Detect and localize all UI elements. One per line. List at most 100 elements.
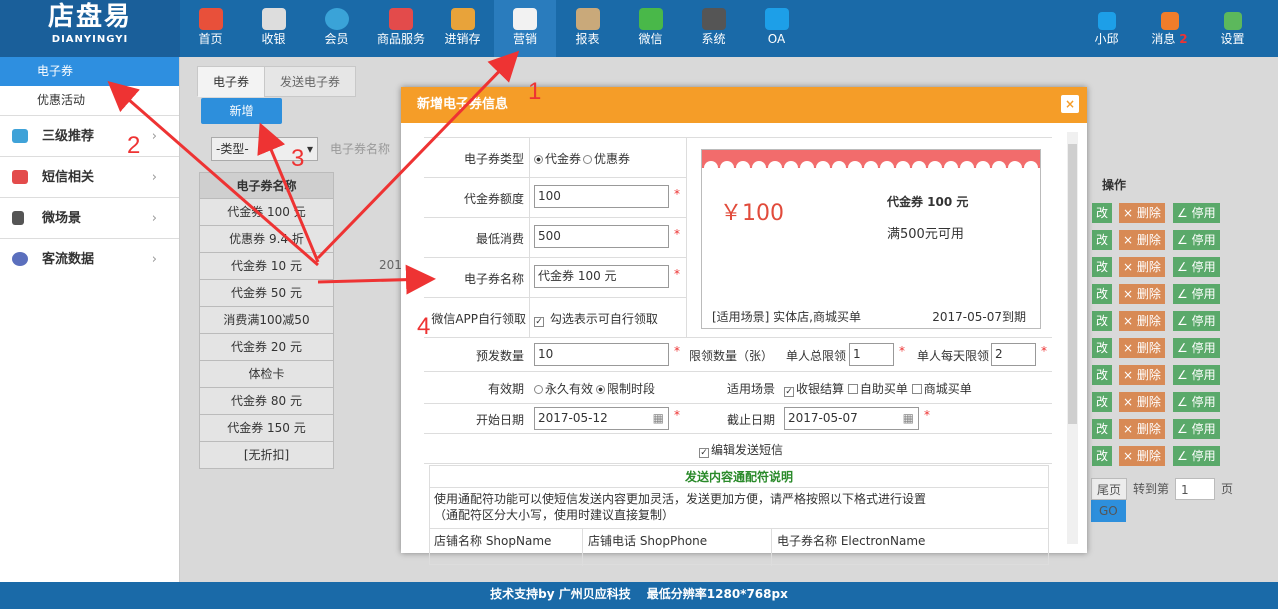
start-date-value: 2017-05-12 [538,411,608,425]
disable-button[interactable]: ∠ 停用 [1173,338,1220,358]
disable-label: 停用 [1191,314,1216,328]
messages-button[interactable]: 消息 2 [1141,0,1198,57]
ops-row: 改 × 删除 ∠ 停用 [1092,307,1278,334]
ops-row: 改 × 删除 ∠ 停用 [1092,388,1278,415]
disable-button[interactable]: ∠ 停用 [1173,311,1220,331]
edit-icon: ∠ [1177,260,1192,274]
delete-button[interactable]: × 删除 [1119,446,1165,466]
limit-total-input[interactable]: 1 [849,343,894,366]
ops-row: 改 × 删除 ∠ 停用 [1092,280,1278,307]
disable-button[interactable]: ∠ 停用 [1173,392,1220,412]
type-radio-group[interactable]: 代金券 优惠券 [534,150,630,167]
settings-button[interactable]: 设置 [1204,0,1261,57]
nav-member[interactable]: 会员 [308,0,365,57]
amount-input[interactable]: 100 [534,185,669,208]
sidebar-item-promotion[interactable]: 优惠活动 [0,86,179,115]
checkbox-icon: ✓ [784,387,794,397]
edit-icon: ∠ [1177,449,1192,463]
inventory-icon [450,8,475,30]
disable-button[interactable]: ∠ 停用 [1173,419,1220,439]
delete-button[interactable]: × 删除 [1119,338,1165,358]
min-spend-input[interactable]: 500 [534,225,669,248]
edit-button[interactable]: 改 [1092,284,1113,304]
disable-button[interactable]: ∠ 停用 [1173,203,1220,223]
disable-button[interactable]: ∠ 停用 [1173,257,1220,277]
sms-checkbox[interactable]: ✓ 编辑发送短信 [699,441,783,458]
coupon-name-input[interactable]: 代金券 100 元 [534,265,669,288]
goods-icon [389,8,413,30]
tab-send-coupon[interactable]: 发送电子券 [264,66,357,97]
goto-label: 转到第 [1133,482,1170,496]
delete-button[interactable]: × 删除 [1119,419,1165,439]
ops-row: 改 × 删除 ∠ 停用 [1092,253,1278,280]
end-date-value: 2017-05-07 [788,411,858,425]
nav-label: 营销 [512,32,537,46]
disable-button[interactable]: ∠ 停用 [1173,365,1220,385]
edit-button[interactable]: 改 [1092,365,1113,385]
edit-button[interactable]: 改 [1092,257,1113,277]
oa-icon [764,8,789,30]
template-cell: 店铺名称 ShopName [434,534,552,548]
name-search-input[interactable]: 电子券名称 [330,137,390,161]
go-button[interactable]: GO [1091,500,1126,522]
disable-button[interactable]: ∠ 停用 [1173,230,1220,250]
limit-day-input[interactable]: 2 [991,343,1036,366]
validity-radio-group[interactable]: 永久有效 限制时段 [534,380,655,397]
modal-title: 新增电子券信息 [401,87,1087,123]
last-page-button[interactable]: 尾页 [1091,478,1128,500]
edit-button[interactable]: 改 [1092,230,1113,250]
checkbox-icon [911,384,922,394]
sidebar-group-sms[interactable]: 短信相关 › [0,156,179,197]
edit-button[interactable]: 改 [1092,419,1113,439]
close-icon[interactable]: × [1061,95,1079,113]
tab-coupon[interactable]: 电子券 [197,66,266,97]
nav-home[interactable]: 首页 [182,0,239,57]
template-help: 发送内容通配符说明 使用通配符功能可以使短信发送内容更加灵活，发送更加方便，请严… [429,465,1049,566]
chevron-down-icon: ▾ [306,142,313,156]
delete-button[interactable]: × 删除 [1119,392,1165,412]
end-date-input[interactable]: 2017-05-07 ▦ [784,407,919,430]
sidebar-item-coupon[interactable]: 电子券 [0,57,179,86]
edit-button[interactable]: 改 [1092,446,1113,466]
wechat-self-claim-checkbox[interactable]: ✓ 勾选表示可自行领取 [534,310,658,327]
modal-scrollbar[interactable] [1067,132,1078,544]
nav-cashier[interactable]: 收银 [245,0,302,57]
group-label: 客流数据 [42,252,95,267]
start-date-input[interactable]: 2017-05-12 ▦ [534,407,669,430]
add-button[interactable]: 新增 [201,98,282,124]
nav-report[interactable]: 报表 [559,0,616,57]
scene-checkbox-group[interactable]: ✓ 收银结算 自助买单 商城买单 [784,380,972,397]
nav-oa[interactable]: OA [748,0,805,57]
delete-button[interactable]: × 删除 [1119,365,1165,385]
delete-button[interactable]: × 删除 [1119,230,1165,250]
sidebar-group-traffic[interactable]: 客流数据 › [0,238,179,279]
edit-button[interactable]: 改 [1092,392,1113,412]
user-menu[interactable]: 小邱 [1078,0,1135,57]
sidebar-group-referral[interactable]: 三级推荐 › [0,115,179,156]
scene-option: 商城买单 [923,382,972,396]
nav-marketing[interactable]: 营销 [494,0,556,57]
nav-wechat[interactable]: 微信 [622,0,679,57]
edit-button[interactable]: 改 [1092,203,1113,223]
ops-column: 操作 改 × 删除 ∠ 停用改 × 删除 ∠ 停用改 × 删除 ∠ 停用改 × 删除 ∠ 停用改… [1092,172,1278,469]
coupon-modal: 新增电子券信息 × 电子券类型 代金券 优惠券 代金券额度 100 * 最低消费 5… [401,87,1087,566]
page-input[interactable]: 1 [1175,478,1216,500]
delete-button[interactable]: × 删除 [1119,311,1165,331]
nav-system[interactable]: 系统 [685,0,742,57]
delete-button[interactable]: × 删除 [1119,284,1165,304]
delete-button[interactable]: × 删除 [1119,203,1165,223]
edit-button[interactable]: 改 [1092,338,1113,358]
user-name: 小邱 [1094,32,1119,46]
coupon-expiry: 2017-05-07到期 [932,310,1026,324]
disable-button[interactable]: ∠ 停用 [1173,284,1220,304]
disable-button[interactable]: ∠ 停用 [1173,446,1220,466]
settings-label: 设置 [1220,32,1245,46]
quantity-input[interactable]: 10 [534,343,669,366]
disable-label: 停用 [1191,395,1216,409]
table-header: 电子券名称 [199,172,334,199]
edit-button[interactable]: 改 [1092,311,1113,331]
delete-button[interactable]: × 删除 [1119,257,1165,277]
sidebar-group-microsite[interactable]: 微场景 › [0,197,179,238]
nav-inventory[interactable]: 进销存 [434,0,491,57]
nav-goods[interactable]: 商品服务 [371,0,431,57]
